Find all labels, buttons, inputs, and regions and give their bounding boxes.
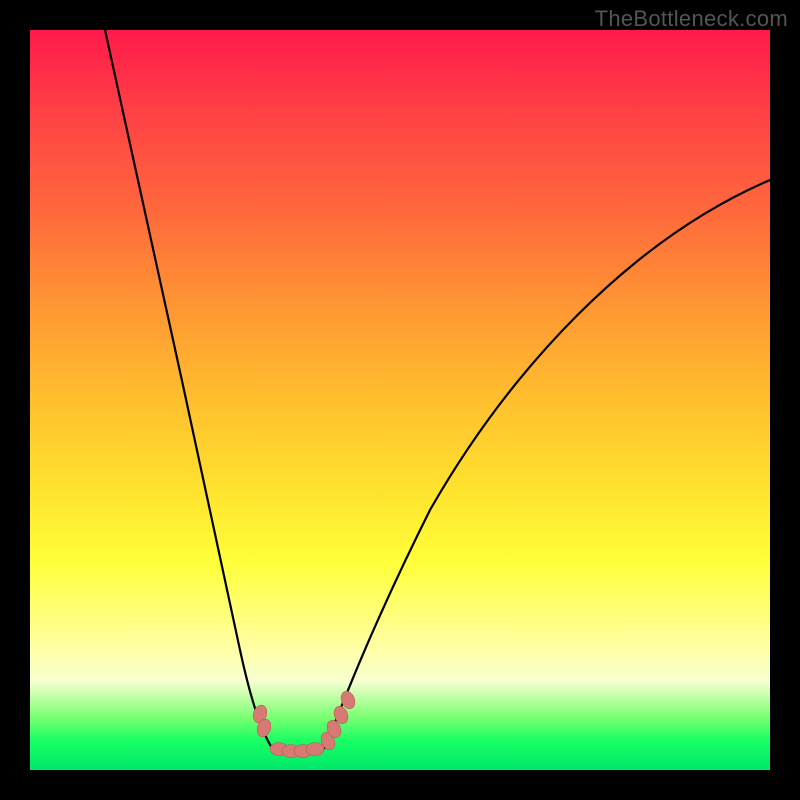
bead	[306, 743, 324, 756]
beads-floor	[270, 743, 324, 758]
left-curve	[105, 30, 272, 748]
watermark-text: TheBottleneck.com	[595, 6, 788, 32]
right-curve	[325, 180, 770, 748]
plot-area	[30, 30, 770, 770]
beads-right	[319, 689, 358, 752]
chart-frame: TheBottleneck.com	[0, 0, 800, 800]
curves-svg	[30, 30, 770, 770]
